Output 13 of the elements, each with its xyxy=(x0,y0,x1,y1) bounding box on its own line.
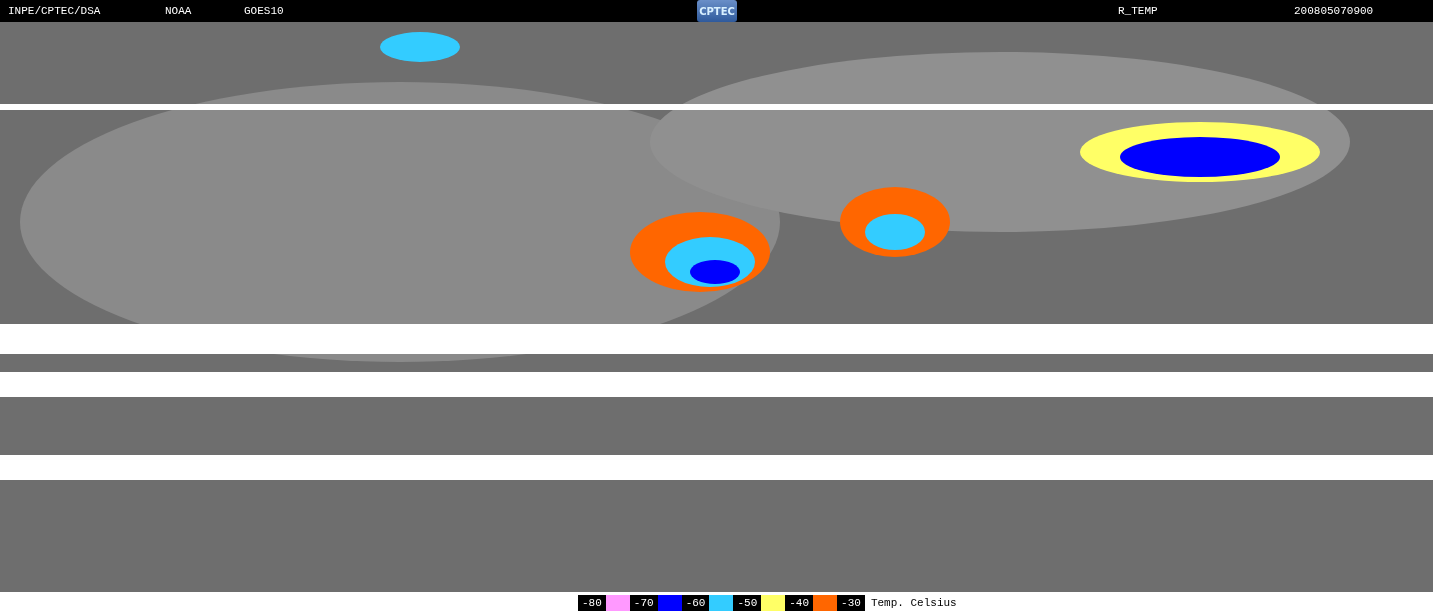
legend-value: -30 xyxy=(837,595,865,611)
legend-value: -40 xyxy=(785,595,814,611)
legend-unit: Temp. Celsius xyxy=(870,597,957,609)
logo: CPTEC xyxy=(697,0,737,22)
source-label: NOAA xyxy=(165,5,193,17)
legend-value: -60 xyxy=(681,595,710,611)
agency-label: INPE/CPTEC/DSA xyxy=(8,5,102,17)
legend-value: -80 xyxy=(578,595,606,611)
legend-value: -70 xyxy=(629,595,658,611)
product-label: R_TEMP xyxy=(1118,5,1159,17)
satellite-label: GOES10 xyxy=(244,5,285,17)
legend-value: -50 xyxy=(733,595,762,611)
timestamp: 200805070900 xyxy=(1294,5,1375,17)
